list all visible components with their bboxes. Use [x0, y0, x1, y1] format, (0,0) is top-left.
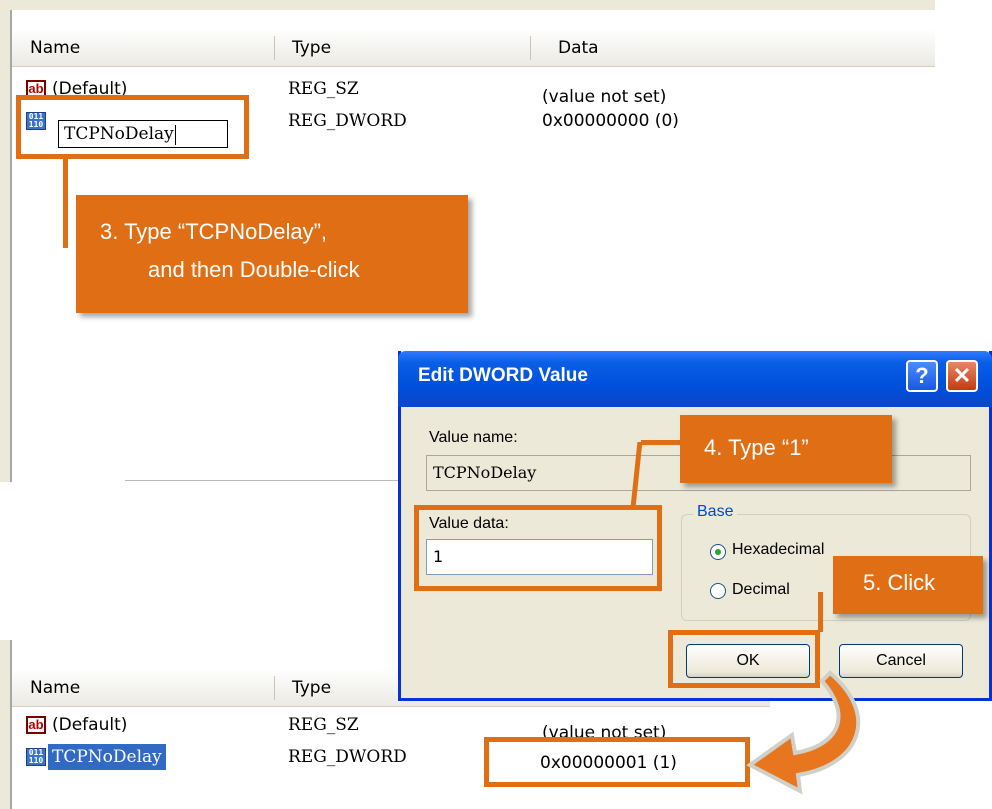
- list-item[interactable]: ab (Default) REG_SZ (value not set): [26, 712, 766, 743]
- value-name-label: Value name:: [429, 429, 518, 446]
- value-type: REG_DWORD: [288, 111, 407, 131]
- value-data: 0x00000000 (0): [542, 111, 679, 131]
- base-group-title: Base: [693, 503, 738, 521]
- callout-step-5-text: 5. Click: [863, 570, 936, 595]
- column-data-header[interactable]: Data: [558, 30, 599, 66]
- callout-stem: [641, 440, 681, 445]
- dialog-title: Edit DWORD Value: [418, 365, 588, 386]
- value-type: REG_DWORD: [288, 747, 407, 767]
- callout-step-3-line2: and then Double-click: [148, 257, 360, 282]
- binary-value-icon: 011 110: [26, 748, 46, 766]
- string-value-icon: ab: [26, 716, 46, 734]
- help-button[interactable]: ?: [906, 360, 938, 392]
- column-separator[interactable]: [274, 676, 275, 700]
- column-type-header[interactable]: Type: [292, 30, 331, 66]
- value-type: REG_SZ: [288, 79, 359, 99]
- callout-step-3-line1: 3. Type “TCPNoDelay”,: [100, 219, 328, 244]
- decimal-label[interactable]: Decimal: [732, 581, 790, 599]
- value-type: REG_SZ: [288, 715, 359, 735]
- list-header: Name Type Data: [12, 30, 935, 67]
- callout-step-3: 3. Type “TCPNoDelay”, and then Double-cl…: [76, 195, 468, 313]
- column-name-header[interactable]: Name: [30, 670, 80, 706]
- value-name-selected: TCPNoDelay: [48, 744, 166, 770]
- value-data: (value not set): [542, 87, 667, 107]
- decimal-radio[interactable]: [710, 583, 726, 599]
- callout-step-5: 5. Click: [833, 556, 983, 614]
- callout-stem: [818, 592, 823, 632]
- column-type-header[interactable]: Type: [292, 670, 331, 706]
- callout-step-4-text: 4. Type “1”: [704, 435, 809, 460]
- dialog-titlebar[interactable]: Edit DWORD Value ? ✕: [398, 351, 992, 407]
- value-name: (Default): [52, 715, 128, 735]
- left-border: [0, 640, 12, 809]
- column-separator[interactable]: [530, 36, 531, 60]
- callout-step-4: 4. Type “1”: [680, 415, 892, 483]
- highlight-box-name: [16, 95, 249, 159]
- column-separator[interactable]: [274, 36, 275, 60]
- curved-arrow-icon: [746, 670, 861, 795]
- hexadecimal-radio[interactable]: [710, 544, 726, 560]
- highlight-box-result: [484, 737, 750, 787]
- hexadecimal-label[interactable]: Hexadecimal: [732, 541, 824, 559]
- left-border: [0, 10, 12, 482]
- close-button[interactable]: ✕: [946, 360, 978, 392]
- column-name-header[interactable]: Name: [30, 30, 80, 66]
- highlight-box-value-data: [414, 505, 662, 591]
- callout-stem: [63, 156, 68, 248]
- radio-selected-dot: [715, 549, 721, 555]
